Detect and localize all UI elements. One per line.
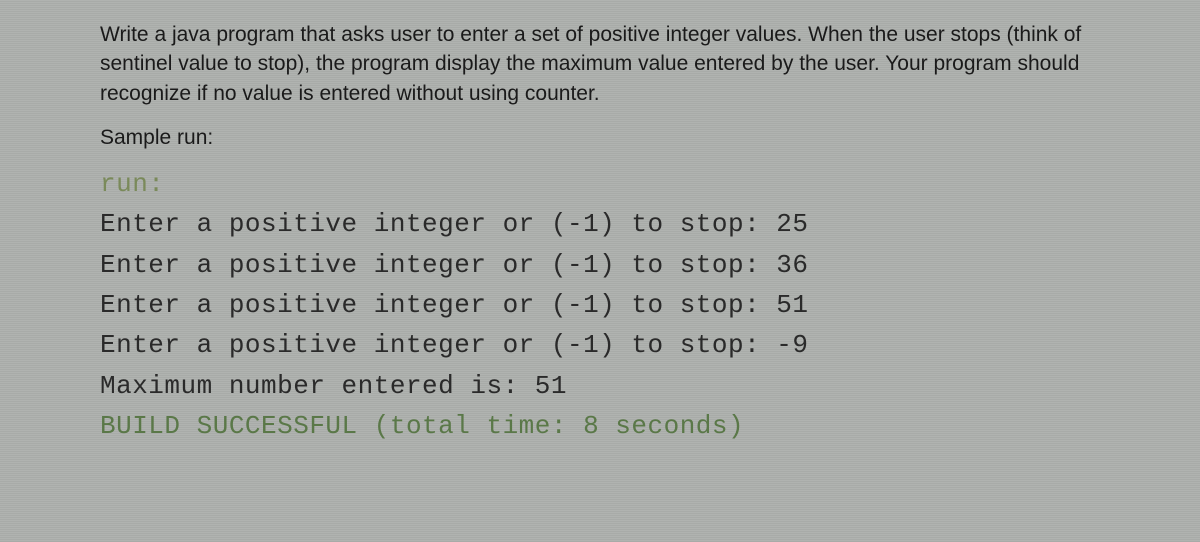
- console-output: run: Enter a positive integer or (-1) to…: [100, 164, 1100, 446]
- run-label: run:: [100, 164, 1100, 204]
- problem-description: Write a java program that asks user to e…: [100, 20, 1100, 108]
- console-line: Enter a positive integer or (-1) to stop…: [100, 285, 1100, 325]
- sample-run-label: Sample run:: [100, 126, 1100, 150]
- build-success-line: BUILD SUCCESSFUL (total time: 8 seconds): [100, 406, 1100, 446]
- console-line: Maximum number entered is: 51: [100, 366, 1100, 406]
- console-line: Enter a positive integer or (-1) to stop…: [100, 204, 1100, 244]
- console-line: Enter a positive integer or (-1) to stop…: [100, 245, 1100, 285]
- console-line: Enter a positive integer or (-1) to stop…: [100, 325, 1100, 365]
